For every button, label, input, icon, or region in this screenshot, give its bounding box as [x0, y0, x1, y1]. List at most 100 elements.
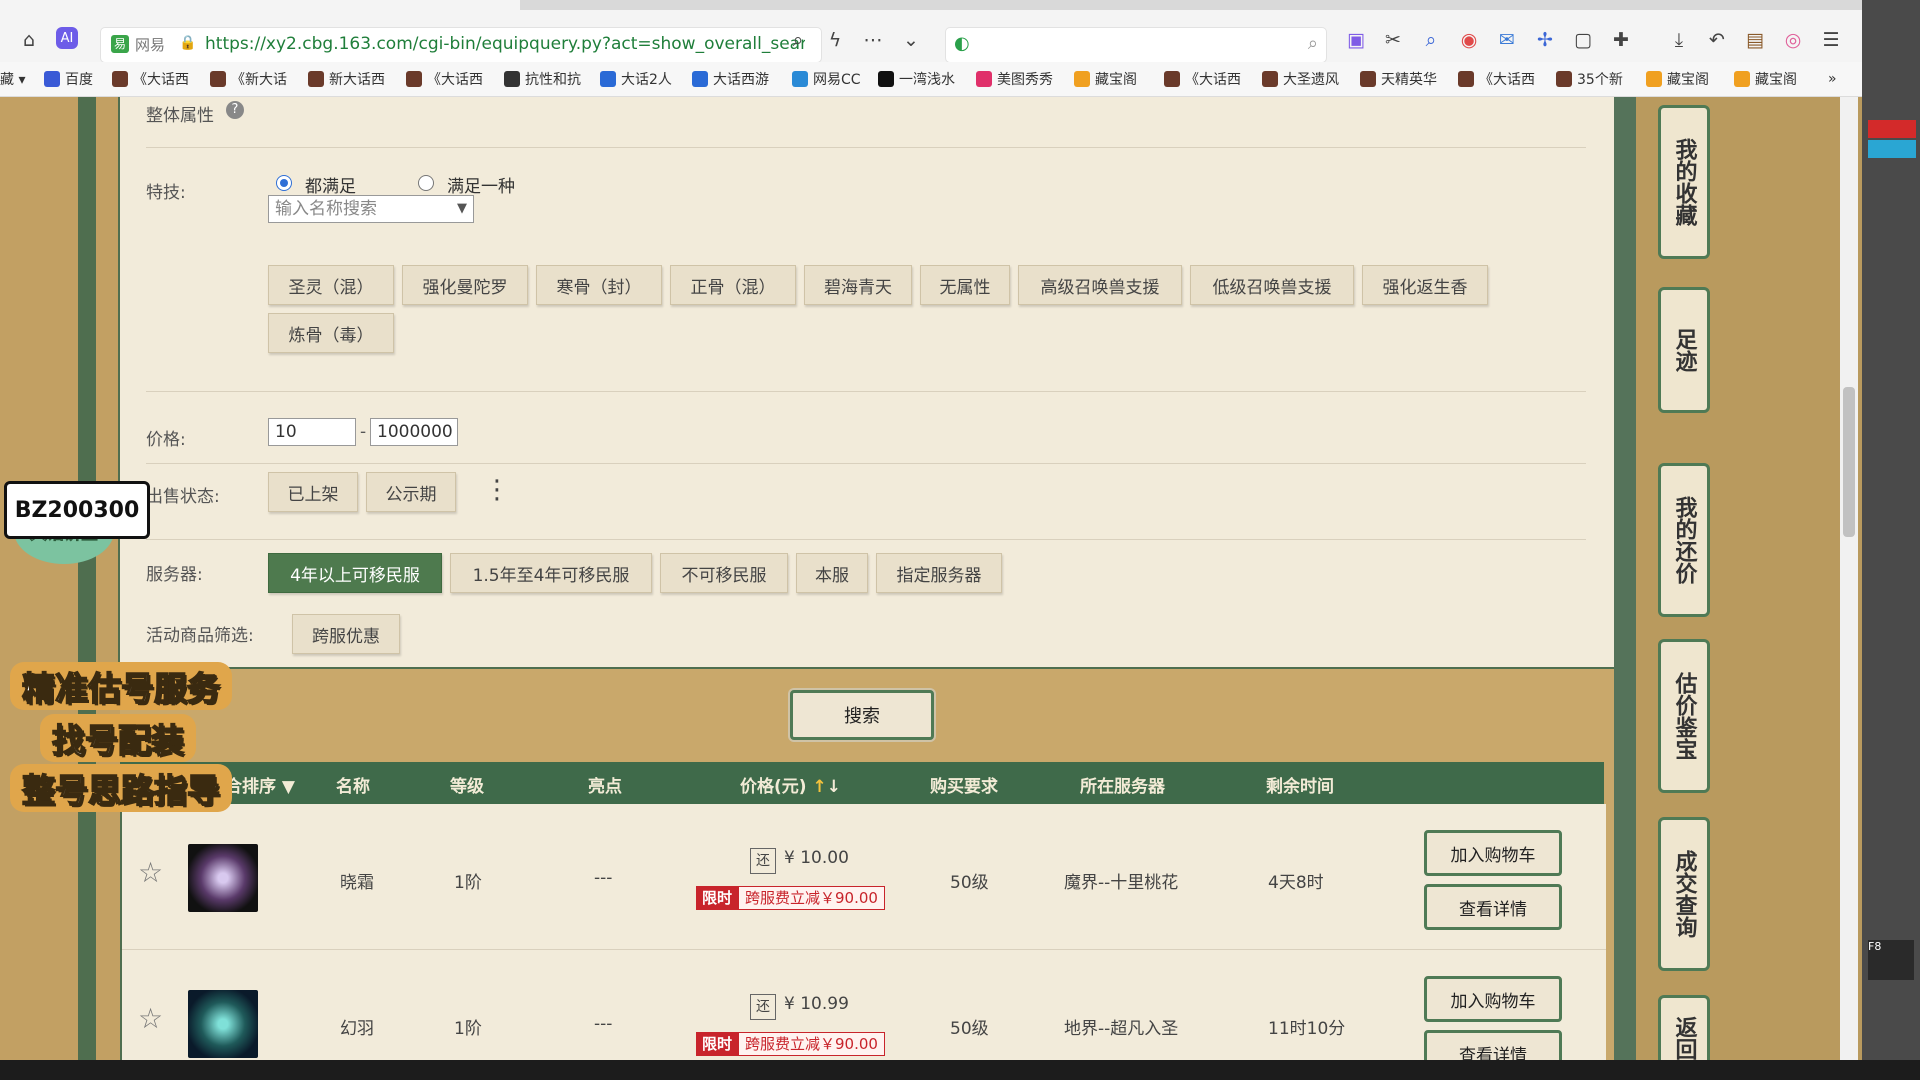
sale-option-public[interactable]: 公示期	[366, 472, 456, 512]
item-name[interactable]: 幻羽	[340, 1014, 374, 1039]
skill-chip[interactable]: 强化返生香	[1362, 265, 1488, 305]
side-nav-label: 成交查询	[1671, 850, 1697, 938]
ai-assistant-icon[interactable]: AI	[56, 27, 78, 49]
skill-chip[interactable]: 炼骨（毒）	[268, 313, 394, 353]
header-name: 名称	[336, 777, 370, 797]
skill-chip[interactable]: 正骨（混）	[670, 265, 796, 305]
header-level: 等级	[450, 777, 484, 797]
active-tab[interactable]	[0, 0, 520, 10]
favorite-star-icon[interactable]: ☆	[138, 1002, 163, 1035]
item-name[interactable]: 晓霜	[340, 868, 374, 893]
server-option[interactable]: 本服	[796, 553, 868, 593]
favorite-star-icon[interactable]: ☆	[138, 856, 163, 889]
sort-price[interactable]: 价格(元) ↑↓	[740, 772, 841, 797]
bookmark[interactable]: 新大话西	[308, 67, 385, 91]
site-icon: 易	[111, 35, 129, 53]
item-thumbnail[interactable]	[188, 844, 258, 912]
search-box[interactable]: ◐ ⌕	[945, 27, 1327, 63]
bookmark[interactable]: 一湾浅水	[878, 67, 955, 91]
lightning-icon[interactable]: ϟ	[822, 27, 848, 53]
view-details-button[interactable]: 查看详情	[1424, 884, 1562, 930]
url-text[interactable]: https://xy2.cbg.163.com/cgi-bin/equipque…	[205, 34, 805, 54]
side-nav-bargains[interactable]: 我的还价	[1658, 463, 1710, 617]
eye-icon[interactable]: ◉	[1456, 27, 1482, 53]
server-option[interactable]: 指定服务器	[876, 553, 1002, 593]
profile-icon[interactable]: ◎	[1780, 27, 1806, 53]
address-bar[interactable]: 易 网易 🔒 https://xy2.cbg.163.com/cgi-bin/e…	[100, 27, 822, 63]
window-icon[interactable]: ▢	[1570, 27, 1596, 53]
home-icon[interactable]: ⌂	[16, 27, 42, 53]
server-option[interactable]: 4年以上可移民服	[268, 553, 442, 593]
bookmark-folder-icon[interactable]: 藏 ▾	[0, 67, 25, 91]
puzzle-icon[interactable]: ✚	[1608, 27, 1634, 53]
bookmark[interactable]: 35个新	[1556, 67, 1623, 91]
chevron-down-icon[interactable]: ⌄	[898, 27, 924, 53]
return-icon: 还	[750, 994, 776, 1020]
add-to-cart-button[interactable]: 加入购物车	[1424, 830, 1562, 876]
bookmark[interactable]: 藏宝阁	[1074, 67, 1137, 91]
wallet-icon[interactable]: ▤	[1742, 27, 1768, 53]
limit-tag-text: 跨服费立减￥90.00	[738, 886, 885, 910]
filter-panel: 整体属性 ? 特技: 都满足 满足一种 输入名称搜索 ▼ 圣灵（混） 强化曼陀罗…	[118, 97, 1616, 669]
bookmark[interactable]: 《大话西	[1458, 67, 1535, 91]
bookmark[interactable]: 藏宝阁	[1734, 67, 1797, 91]
activity-option[interactable]: 跨服优惠	[292, 614, 400, 654]
add-to-cart-button[interactable]: 加入购物车	[1424, 976, 1562, 1022]
bookmark[interactable]: 《新大话	[210, 67, 287, 91]
skill-chip[interactable]: 无属性	[920, 265, 1010, 305]
sale-option-listed[interactable]: 已上架	[268, 472, 358, 512]
view-details-button[interactable]: 查看详情	[1424, 1030, 1562, 1060]
menu-icon[interactable]: ☰	[1818, 27, 1844, 53]
zoom-icon[interactable]: ⌕	[785, 27, 811, 53]
skill-chip[interactable]: 强化曼陀罗	[402, 265, 528, 305]
price-max-input[interactable]: 1000000	[370, 418, 458, 446]
search-icon[interactable]: ⌕	[1308, 33, 1318, 54]
more-icon[interactable]: ⋯	[860, 27, 886, 53]
bookmark[interactable]: 美图秀秀	[976, 67, 1053, 91]
skill-chip[interactable]: 高级召唤兽支援	[1018, 265, 1182, 305]
bookmark[interactable]: 大话2人	[600, 67, 672, 91]
skill-search-select[interactable]: 输入名称搜索 ▼	[268, 195, 474, 223]
undo-icon[interactable]: ↶	[1704, 27, 1730, 53]
side-nav-history[interactable]: 足迹	[1658, 287, 1710, 413]
download-icon[interactable]: ⤓	[1666, 27, 1692, 53]
skill-chip[interactable]: 低级召唤兽支援	[1190, 265, 1354, 305]
bookmark[interactable]: 百度	[44, 67, 93, 91]
bookmark[interactable]: 大圣遗风	[1262, 67, 1339, 91]
help-icon[interactable]: ?	[226, 101, 244, 119]
radio-one[interactable]	[418, 175, 434, 191]
skill-chip[interactable]: 寒骨（封）	[536, 265, 662, 305]
item-highlight: ---	[594, 1014, 613, 1034]
bookmark[interactable]: 《大话西	[406, 67, 483, 91]
side-nav-appraisal[interactable]: 估价鉴宝	[1658, 639, 1710, 793]
radio-all[interactable]	[276, 175, 292, 191]
search-button[interactable]: 搜索	[790, 690, 934, 740]
mail-icon[interactable]: ✉	[1494, 27, 1520, 53]
bookmark[interactable]: 网易CC	[792, 67, 861, 91]
more-bookmarks-icon[interactable]: »	[1828, 67, 1837, 91]
item-thumbnail[interactable]	[188, 990, 258, 1058]
bookmark[interactable]: 抗性和抗	[504, 67, 581, 91]
bookmark-label: 35个新	[1577, 72, 1623, 88]
side-nav-back[interactable]: 返回	[1658, 995, 1710, 1060]
skill-chip[interactable]: 碧海青天	[804, 265, 912, 305]
bookmark[interactable]: 大话西游	[692, 67, 769, 91]
apps-icon[interactable]: ✢	[1532, 27, 1558, 53]
page-scrollbar[interactable]	[1840, 97, 1858, 1060]
server-option[interactable]: 不可移民服	[660, 553, 788, 593]
extension-icon[interactable]: ▣	[1343, 27, 1369, 53]
skill-chip[interactable]: 圣灵（混）	[268, 265, 394, 305]
scrollbar-thumb[interactable]	[1843, 387, 1855, 537]
magnifier-icon[interactable]: ⌕	[1418, 27, 1444, 53]
cut-icon[interactable]: ✂	[1380, 27, 1406, 53]
server-option[interactable]: 1.5年至4年可移民服	[450, 553, 652, 593]
bookmark[interactable]: 《大话西	[112, 67, 189, 91]
side-nav-favorites[interactable]: 我的收藏	[1658, 105, 1710, 259]
bookmark[interactable]: 天精英华	[1360, 67, 1437, 91]
price-min-input[interactable]: 10	[268, 418, 356, 446]
bookmark[interactable]: 藏宝阁	[1646, 67, 1709, 91]
price-label: 价格:	[146, 430, 186, 450]
side-nav-transactions[interactable]: 成交查询	[1658, 817, 1710, 971]
more-vertical-icon[interactable]: ⋮	[484, 475, 510, 505]
bookmark[interactable]: 《大话西	[1164, 67, 1241, 91]
